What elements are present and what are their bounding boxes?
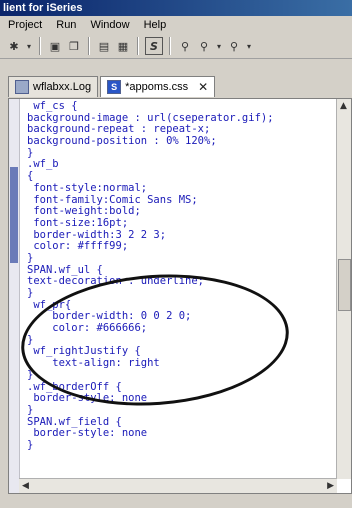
tab-log[interactable]: wflabxx.Log bbox=[8, 76, 99, 97]
close-icon[interactable]: ✕ bbox=[198, 80, 208, 94]
menu-bar: Project Run Window Help bbox=[0, 16, 352, 34]
code-line: color: #ffff99; bbox=[27, 240, 129, 253]
code-line: } bbox=[27, 251, 34, 264]
s-icon[interactable]: S bbox=[145, 37, 163, 55]
scroll-thumb[interactable] bbox=[338, 259, 351, 311]
run-icon[interactable]: ✱ bbox=[6, 38, 22, 54]
copy-icon[interactable]: ❐ bbox=[66, 38, 82, 54]
scroll-left-icon[interactable]: ◀ bbox=[22, 481, 29, 491]
menu-project[interactable]: Project bbox=[6, 19, 44, 31]
search-icon[interactable]: ⚲ bbox=[177, 38, 193, 54]
code-line: } bbox=[27, 287, 34, 299]
change-marker bbox=[10, 167, 18, 263]
code-line: wf_cs { bbox=[27, 100, 78, 112]
app-window: lient for iSeries Project Run Window Hel… bbox=[0, 0, 352, 508]
title-bar: lient for iSeries bbox=[0, 0, 352, 16]
code-line: } bbox=[27, 368, 34, 381]
find-next-icon[interactable]: ⚲ bbox=[226, 38, 242, 54]
file-icon bbox=[15, 80, 29, 94]
code-line: border-style: none bbox=[27, 392, 148, 405]
editor-gutter bbox=[9, 99, 20, 493]
code-line: border-style: none bbox=[27, 427, 148, 440]
code-editor[interactable]: wf_cs {background-image : url(cseperator… bbox=[8, 98, 352, 494]
chevron-down-icon[interactable]: ▾ bbox=[215, 38, 223, 54]
tab-label: wflabxx.Log bbox=[33, 81, 92, 93]
tab-label: *appoms.css bbox=[125, 81, 189, 93]
code-line: } bbox=[27, 438, 34, 451]
editor-tabs: wflabxx.Log S *appoms.css ✕ bbox=[8, 76, 217, 98]
toolbar: ✱ ▾ ▣ ❐ ▤ ▦ S ⚲ ⚲ ▾ ⚲ ▾ bbox=[0, 34, 352, 59]
tab-css[interactable]: S *appoms.css ✕ bbox=[100, 76, 216, 97]
toolbar-separator bbox=[88, 37, 90, 55]
menu-help[interactable]: Help bbox=[142, 19, 169, 31]
scroll-right-icon[interactable]: ▶ bbox=[327, 481, 334, 491]
toolbar-separator bbox=[137, 37, 139, 55]
scroll-up-icon[interactable]: ▲ bbox=[340, 101, 347, 111]
code-line: } bbox=[27, 403, 34, 416]
code-line: font-size:16pt; bbox=[27, 216, 129, 229]
menu-run[interactable]: Run bbox=[54, 19, 78, 31]
code-line: .wf_b bbox=[27, 158, 59, 171]
css-file-icon: S bbox=[107, 80, 122, 94]
replace-icon[interactable]: ⚲ bbox=[196, 38, 212, 54]
code-line: text-align: right bbox=[27, 357, 160, 370]
horizontal-scrollbar[interactable]: ◀ ▶ bbox=[19, 478, 337, 493]
menu-window[interactable]: Window bbox=[88, 19, 131, 31]
code-text: wf_cs {background-image : url(cseperator… bbox=[27, 100, 274, 452]
code-line: text-decoration : underline; bbox=[27, 275, 205, 288]
print-icon[interactable]: ▤ bbox=[96, 38, 112, 54]
save-icon[interactable]: ▣ bbox=[47, 38, 63, 54]
chevron-down-icon[interactable]: ▾ bbox=[25, 38, 33, 54]
toolbar-separator bbox=[169, 37, 171, 55]
code-line: } bbox=[27, 146, 34, 159]
code-line: font-style:normal; bbox=[27, 181, 148, 194]
code-line: color: #666666; bbox=[27, 322, 148, 335]
chevron-down-icon[interactable]: ▾ bbox=[245, 38, 253, 54]
vertical-scrollbar[interactable]: ▲ bbox=[336, 99, 351, 479]
code-line: background-position : 0% 120%; bbox=[27, 135, 217, 148]
toolbar-separator bbox=[39, 37, 41, 55]
save-all-icon[interactable]: ▦ bbox=[115, 38, 131, 54]
